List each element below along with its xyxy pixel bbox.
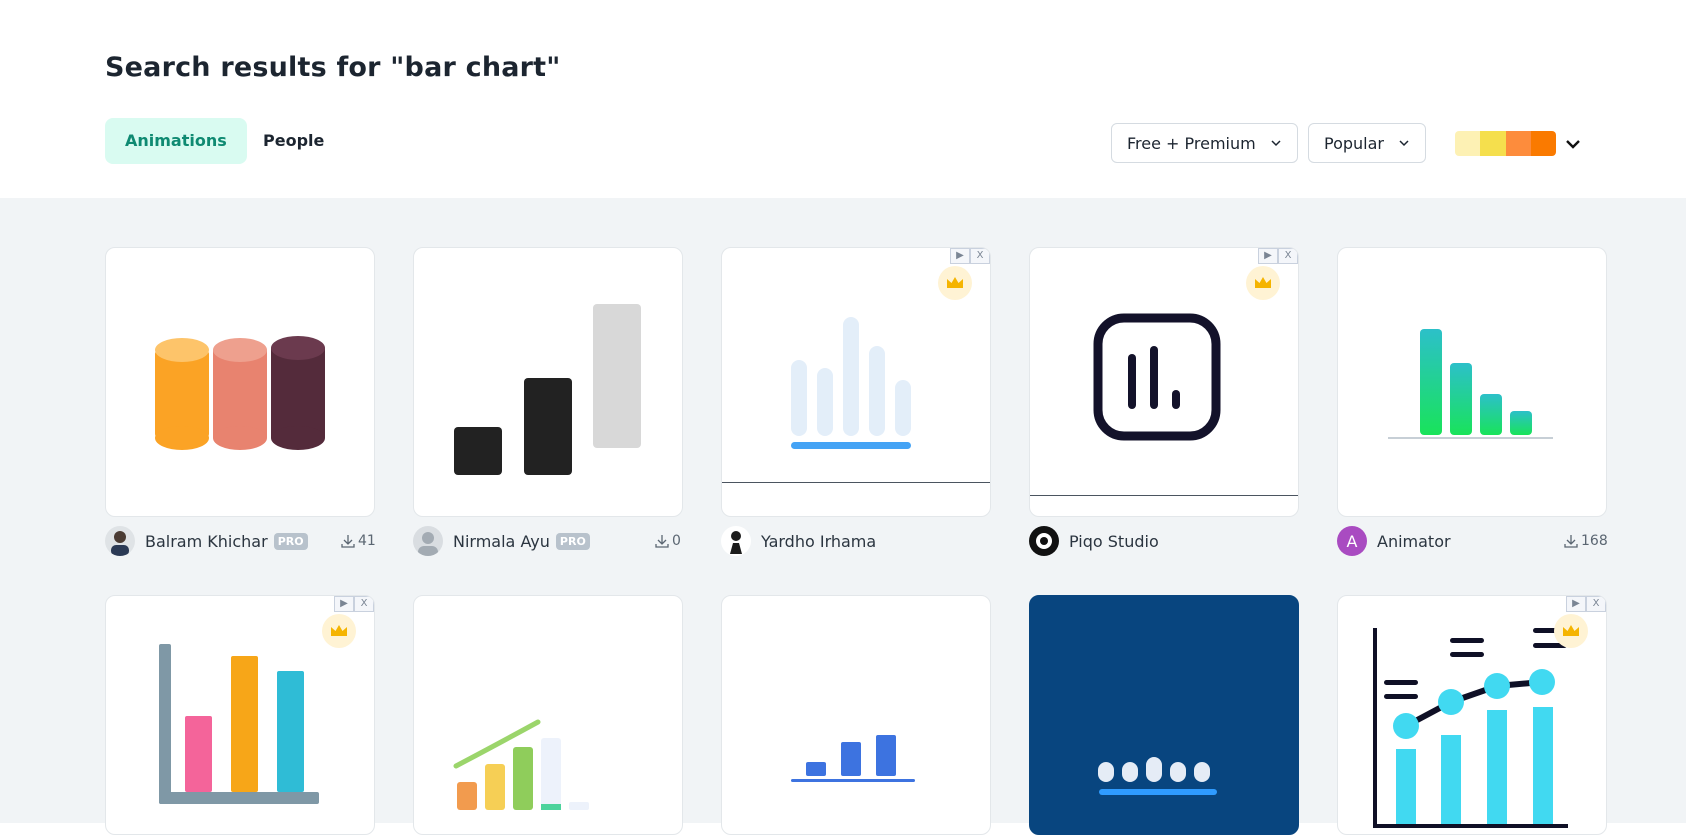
download-icon — [655, 535, 669, 548]
author-name: Piqo Studio — [1069, 531, 1159, 551]
tab-people[interactable]: People — [243, 118, 344, 164]
animation-card[interactable]: ▶ X — [1337, 595, 1607, 835]
loading-bars-thumbnail — [1098, 757, 1217, 795]
color-palette-filter[interactable] — [1455, 131, 1556, 156]
animation-card[interactable] — [413, 595, 683, 835]
animation-card[interactable]: ▶ X — [105, 595, 375, 835]
divider — [1030, 495, 1298, 496]
palette-swatch — [1530, 131, 1556, 156]
avatar — [413, 526, 443, 556]
premium-badge — [322, 614, 356, 648]
pro-badge: PRO — [273, 532, 308, 550]
gradient-bars-thumbnail — [1388, 329, 1553, 439]
sort-dropdown[interactable]: Popular — [1308, 123, 1426, 163]
premium-badge — [1554, 614, 1588, 648]
chevron-down-icon[interactable] — [1564, 136, 1582, 152]
animation-card[interactable] — [721, 595, 991, 835]
card-author[interactable]: A Animator — [1337, 526, 1451, 556]
search-header: Search results for "bar chart" Animation… — [0, 0, 1686, 198]
card-author[interactable]: Yardho Irhama — [721, 526, 876, 556]
avatar — [721, 526, 751, 556]
crown-icon — [1563, 625, 1579, 636]
author-name: Nirmala Ayu — [453, 531, 550, 551]
ad-badge[interactable]: ▶ X — [950, 248, 990, 264]
palette-swatch — [1480, 131, 1506, 156]
download-count: 41 — [340, 526, 376, 556]
download-count-value: 0 — [672, 533, 681, 549]
ad-badge[interactable]: ▶ X — [334, 596, 374, 612]
download-count: 0 — [654, 526, 681, 556]
crown-icon — [1255, 277, 1271, 288]
download-icon — [1564, 535, 1578, 548]
avatar: A — [1337, 526, 1367, 556]
blue-bars-thumbnail — [791, 735, 915, 782]
author-name: Yardho Irhama — [761, 531, 877, 551]
results-grid: Balram Khichar PRO 41 Nirmala Ayu PRO 0 — [0, 198, 1686, 835]
crown-icon — [947, 277, 963, 288]
download-icon — [341, 535, 355, 548]
growth-bars-thumbnail — [453, 719, 589, 810]
author-name: Animator — [1377, 531, 1451, 551]
sort-label: Popular — [1324, 133, 1384, 153]
animation-card[interactable] — [1337, 247, 1607, 517]
tab-animations[interactable]: Animations — [105, 118, 247, 164]
palette-swatch — [1455, 131, 1481, 156]
download-count-value: 41 — [358, 533, 376, 549]
card-author[interactable]: Piqo Studio — [1029, 526, 1159, 556]
license-filter-dropdown[interactable]: Free + Premium — [1111, 123, 1298, 163]
divider — [722, 482, 990, 483]
author-name: Balram Khichar — [145, 531, 268, 551]
chevron-down-icon — [1271, 140, 1281, 147]
premium-badge — [938, 266, 972, 300]
ad-badge[interactable]: ▶ X — [1566, 596, 1606, 612]
premium-badge — [1246, 266, 1280, 300]
animation-card[interactable] — [413, 247, 683, 517]
pro-badge: PRO — [555, 532, 590, 550]
animation-card[interactable]: ▶ X — [721, 247, 991, 517]
card-author[interactable]: Nirmala Ayu PRO — [413, 526, 590, 556]
close-icon[interactable]: X — [970, 248, 990, 264]
license-filter-label: Free + Premium — [1127, 133, 1256, 153]
avatar — [105, 526, 135, 556]
close-icon[interactable]: X — [1586, 596, 1606, 612]
ad-badge[interactable]: ▶ X — [1258, 248, 1298, 264]
close-icon[interactable]: X — [354, 596, 374, 612]
avatar — [1029, 526, 1059, 556]
ad-play-icon[interactable]: ▶ — [1258, 248, 1278, 264]
card-author[interactable]: Balram Khichar PRO — [105, 526, 308, 556]
animation-card[interactable] — [1029, 595, 1299, 835]
download-count-value: 168 — [1581, 533, 1608, 549]
chevron-down-icon — [1399, 140, 1409, 147]
ad-play-icon[interactable]: ▶ — [334, 596, 354, 612]
crown-icon — [331, 625, 347, 636]
download-count: 168 — [1563, 526, 1608, 556]
cylinder-bars-thumbnail — [155, 336, 325, 450]
ad-play-icon[interactable]: ▶ — [950, 248, 970, 264]
animation-card[interactable] — [105, 247, 375, 517]
palette-swatch — [1505, 131, 1531, 156]
signal-bars-thumbnail — [454, 304, 641, 475]
ad-play-icon[interactable]: ▶ — [1566, 596, 1586, 612]
page-title: Search results for "bar chart" — [105, 52, 561, 83]
close-icon[interactable]: X — [1278, 248, 1298, 264]
animation-card[interactable]: ▶ X — [1029, 247, 1299, 517]
